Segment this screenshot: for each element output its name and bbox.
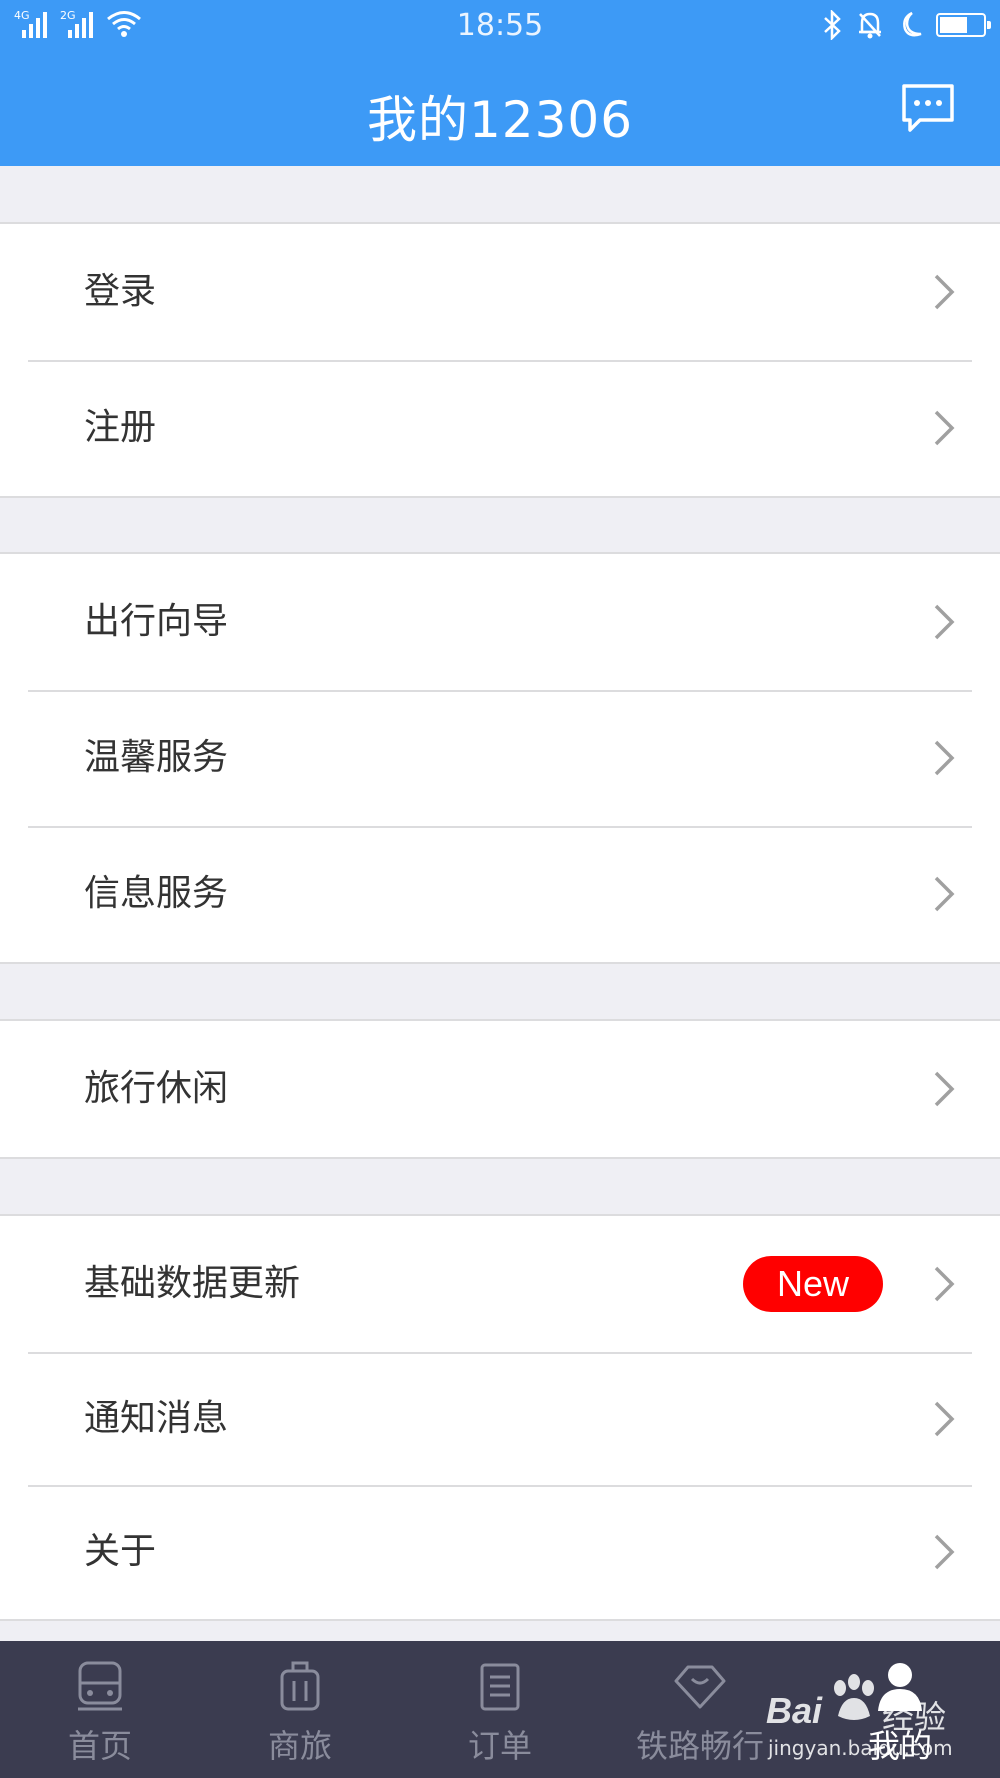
chevron-right-icon	[934, 876, 955, 912]
tab-label: 商旅	[267, 1727, 332, 1765]
menu-item-label: 出行向导	[84, 601, 229, 642]
menu-item-warm-service[interactable]: 温馨服务	[0, 690, 1000, 826]
menu-item-info-service[interactable]: 信息服务	[0, 826, 1000, 962]
tab-home[interactable]: 首页	[0, 1641, 200, 1778]
watermark-brand-cn: 经验	[882, 1698, 947, 1736]
watermark-brand: Bai	[766, 1690, 823, 1731]
menu-item-login[interactable]: 登录	[0, 224, 1000, 360]
menu-group-leisure: 旅行休闲	[0, 1019, 1000, 1159]
moon-icon	[903, 11, 922, 37]
menu-item-register[interactable]: 注册	[0, 360, 1000, 496]
paw-icon	[834, 1674, 874, 1720]
page-title: 我的12306	[366, 91, 634, 149]
menu-item-label: 登录	[84, 271, 157, 312]
menu-group-system: 基础数据更新 New 通知消息 关于	[0, 1214, 1000, 1621]
tab-orders[interactable]: 订单	[400, 1641, 600, 1778]
status-right	[822, 10, 991, 40]
menu-group-services: 出行向导 温馨服务 信息服务	[0, 552, 1000, 964]
chevron-right-icon	[934, 1534, 955, 1570]
alarm-icon	[859, 12, 881, 39]
menu-item-label: 关于	[84, 1531, 157, 1572]
message-icon[interactable]	[900, 82, 956, 134]
baidu-watermark: Bai 经验 jingyan.baidu.com	[764, 1656, 964, 1766]
chevron-right-icon	[934, 274, 955, 310]
clipboard-icon	[480, 1663, 520, 1711]
bluetooth-icon	[824, 10, 841, 40]
menu-item-data-update[interactable]: 基础数据更新 New	[0, 1216, 1000, 1352]
tab-label: 首页	[67, 1727, 132, 1765]
menu-item-travel-leisure[interactable]: 旅行休闲	[0, 1021, 1000, 1157]
menu-item-travel-guide[interactable]: 出行向导	[0, 554, 1000, 690]
chevron-right-icon	[934, 1401, 955, 1436]
chevron-right-icon	[934, 740, 955, 776]
battery-icon	[936, 13, 991, 37]
menu-item-notifications[interactable]: 通知消息	[0, 1352, 1000, 1485]
tab-business[interactable]: 商旅	[200, 1641, 400, 1778]
menu-item-label: 通知消息	[84, 1398, 229, 1439]
menu-item-label: 基础数据更新	[84, 1263, 301, 1304]
menu-group-account: 登录 注册	[0, 222, 1000, 498]
menu-item-label: 旅行休闲	[84, 1068, 229, 1109]
luggage-icon	[280, 1661, 320, 1711]
chevron-right-icon	[934, 410, 955, 446]
status-bar: 4G 2G 18:55	[0, 0, 1000, 52]
tab-label: 订单	[467, 1727, 532, 1765]
train-icon	[78, 1661, 122, 1711]
menu-item-label: 注册	[84, 407, 157, 448]
chevron-right-icon	[934, 1071, 955, 1107]
diamond-icon	[674, 1665, 726, 1709]
menu-item-label: 信息服务	[84, 873, 229, 914]
chevron-right-icon	[934, 604, 955, 640]
menu-item-label: 温馨服务	[84, 737, 229, 778]
header: 我的12306	[0, 52, 1000, 166]
watermark-domain: jingyan.baidu.com	[768, 1736, 953, 1760]
chevron-right-icon	[934, 1266, 955, 1302]
new-badge: New	[743, 1256, 883, 1312]
menu-item-about[interactable]: 关于	[0, 1485, 1000, 1619]
